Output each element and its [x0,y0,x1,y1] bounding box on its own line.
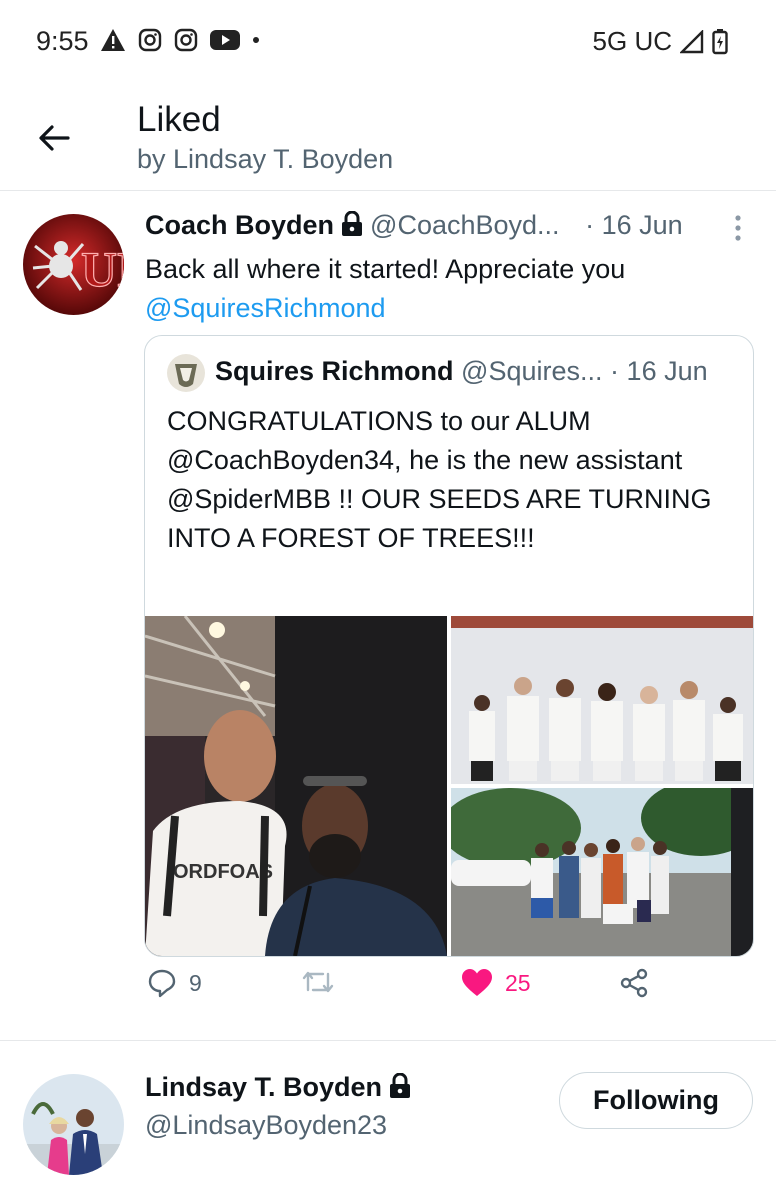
profile-name: Lindsay T. Boyden [145,1072,418,1103]
signal-icon [680,29,704,53]
group-photo-bottom[interactable] [451,788,753,956]
header: Liked by Lindsay T. Boyden [0,84,776,191]
status-time: 9:55 [36,26,89,56]
quoted-tweet[interactable]: Squires Richmond @Squires... · 16 Jun CO… [144,335,754,957]
heart-filled-icon [462,969,492,996]
quoted-author-handle[interactable]: @Squires... [461,356,602,386]
page-title: Liked [137,100,221,139]
battery-icon [712,28,728,54]
like-count: 25 [505,969,531,996]
quoted-text: CONGRATULATIONS to our ALUM @CoachBoyden… [167,406,712,553]
quoted-dot: · [610,356,620,386]
more-notifications-icon [253,37,259,43]
instagram-icon [138,28,162,52]
quoted-media-grid: ORDFOAS [145,616,753,956]
more-options-icon[interactable] [734,214,742,242]
share-button[interactable] [619,968,649,998]
quoted-author-name[interactable]: Squires Richmond [215,356,454,386]
warning-icon [101,29,125,51]
reply-button[interactable]: 9 [147,968,202,998]
like-button[interactable]: 25 [461,968,531,998]
tweet[interactable]: UR Coach Boyden @CoachBoyd... · 16 Jun Ba… [0,190,776,1041]
author-avatar[interactable]: UR [23,214,124,315]
network-type: 5G UC [592,26,672,56]
tweet-body: Back all where it started! Appreciate yo… [145,254,626,284]
author-name[interactable]: Coach Boyden [145,210,334,240]
profile-name-text: Lindsay T. Boyden [145,1072,383,1102]
liked-by-profile[interactable]: Lindsay T. Boyden @LindsayBoyden23 Follo… [0,1040,776,1200]
tweet-dot: · [585,210,595,240]
selfie-photo[interactable]: ORDFOAS [145,616,447,956]
quoted-header: Squires Richmond @Squires... · 16 Jun [215,356,708,387]
youtube-icon [210,30,240,50]
tweet-actions: 9 25 [145,968,745,1018]
status-bar: 9:55 5G UC [0,0,776,84]
team-photo-top[interactable] [451,616,753,784]
svg-text:UR: UR [81,241,124,297]
instagram-icon [174,28,198,52]
quoted-time: 16 Jun [626,356,708,386]
status-right: 5G UC [593,26,728,57]
retweet-button[interactable] [301,968,347,996]
notification-icons [100,28,260,52]
profile-handle: @LindsayBoyden23 [145,1110,388,1140]
tweet-text: Back all where it started! Appreciate yo… [145,250,745,328]
back-arrow-icon[interactable] [34,118,74,158]
retweet-icon [302,971,334,993]
tweet-header: Coach Boyden @CoachBoyd... · 16 Jun [145,210,745,246]
following-button[interactable]: Following [559,1072,753,1129]
author-handle[interactable]: @CoachBoyd... [370,210,560,240]
lock-icon [390,1073,411,1098]
share-icon [620,968,648,998]
reply-count: 9 [189,969,202,996]
reply-icon [148,969,176,998]
profile-avatar[interactable] [23,1074,124,1175]
page-subtitle: by Lindsay T. Boyden [137,144,394,174]
lock-icon [342,211,363,236]
quoted-author-avatar[interactable] [167,354,205,392]
tweet-time[interactable]: 16 Jun [602,210,683,240]
svg-text:ORDFOAS: ORDFOAS [173,861,273,883]
tweet-mention-link[interactable]: @SquiresRichmond [145,289,745,328]
